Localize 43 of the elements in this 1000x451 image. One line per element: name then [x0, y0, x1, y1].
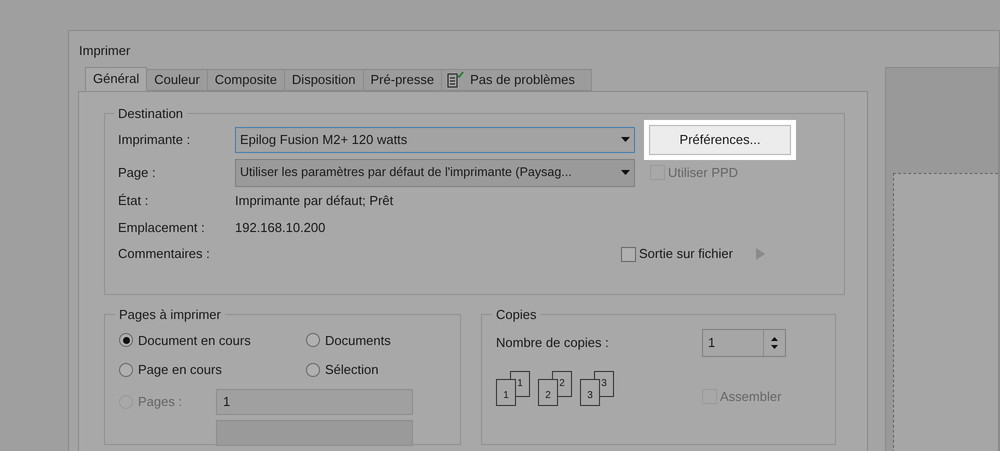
field-label: Page : — [118, 164, 157, 182]
radio-button[interactable] — [306, 362, 320, 377]
tab[interactable]: Disposition — [284, 69, 364, 91]
field-label: Commentaires : — [118, 245, 211, 264]
radio-label: Pages : — [138, 392, 182, 411]
caret-icon — [621, 170, 630, 175]
tab[interactable]: Général — [85, 67, 148, 91]
caret-icon — [621, 137, 630, 142]
radio-label: Page en cours — [138, 361, 222, 379]
checkbox-label: Assembler — [720, 388, 782, 406]
down-arrow-icon[interactable] — [771, 344, 778, 348]
tab[interactable]: Pré-presse — [362, 69, 442, 91]
radio-button[interactable] — [306, 333, 320, 348]
collated-sheets-drawing: 1 1 2 2 3 3 — [496, 370, 702, 406]
play-icon — [756, 248, 765, 260]
preferences-button[interactable]: Préférences... — [649, 124, 791, 154]
tab[interactable]: Composite — [206, 69, 285, 91]
copies-spinner[interactable]: 1 — [702, 328, 786, 356]
group-title: Copies — [496, 307, 536, 322]
up-arrow-icon[interactable] — [771, 336, 778, 340]
tab[interactable]: Couleur — [146, 69, 208, 91]
field-label: Nombre de copies : — [496, 334, 610, 352]
field-label: État : — [118, 192, 150, 210]
radio-label: Document en cours — [138, 332, 251, 350]
checkbox-label: Utiliser PPD — [668, 164, 738, 182]
checklist-icon — [446, 71, 464, 89]
radio-label: Sélection — [325, 361, 378, 379]
window-title: Imprimer — [79, 43, 130, 58]
checkbox-label: Sortie sur fichier — [639, 245, 733, 264]
radio-label: Documents — [325, 332, 391, 350]
group-title: Pages à imprimer — [119, 307, 221, 322]
field-label: Imprimante : — [118, 130, 192, 149]
radio-button[interactable] — [119, 333, 133, 348]
printer-dropdown[interactable]: Epilog Fusion M2+ 120 watts — [235, 126, 635, 152]
field-label: Emplacement : — [118, 219, 206, 238]
tab[interactable]: Pas de problèmes — [441, 69, 592, 91]
radio-button[interactable] — [119, 362, 133, 377]
field-value: 192.168.10.200 — [235, 219, 326, 238]
pages-input-field[interactable]: 1 — [216, 388, 413, 414]
checkbox[interactable] — [621, 246, 636, 262]
field-value: Imprimante par défaut; Prêt — [235, 192, 394, 210]
page-dropdown[interactable]: Utiliser les paramètres par défaut de l'imprimante (Paysag... — [235, 158, 635, 186]
group-title: Destination — [118, 106, 184, 121]
